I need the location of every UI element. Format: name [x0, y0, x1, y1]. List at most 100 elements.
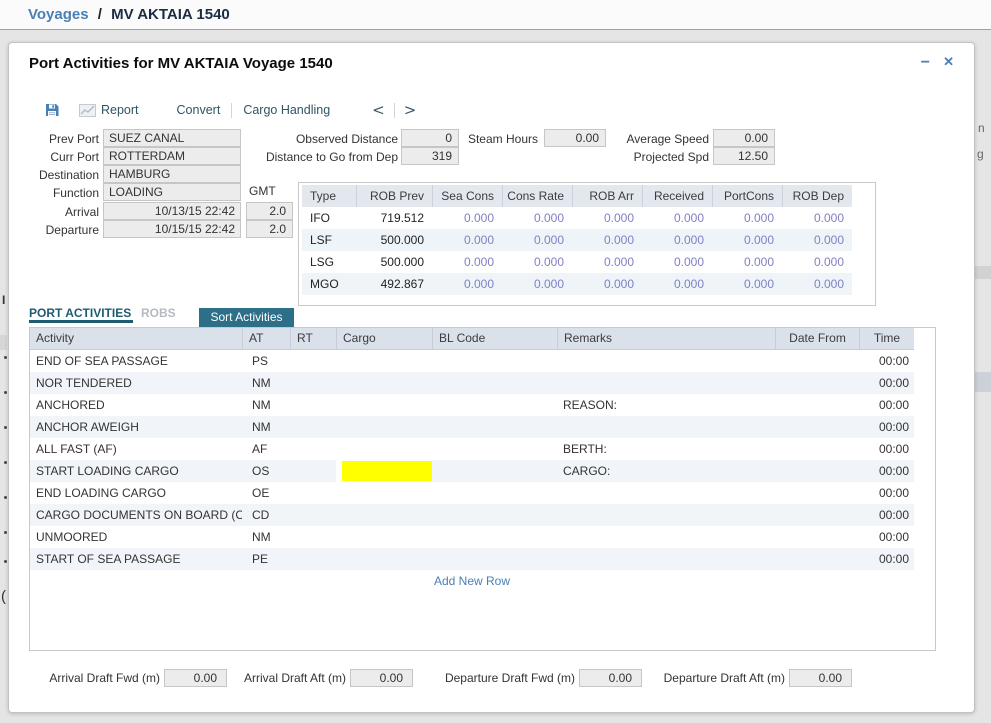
- table-row[interactable]: CARGO DOCUMENTS ON BOARD (CD) CD 00:00: [30, 504, 914, 526]
- remarks-cell[interactable]: [557, 548, 775, 570]
- at-cell[interactable]: OS: [242, 460, 290, 482]
- projected-speed-field[interactable]: 12.50: [713, 147, 775, 165]
- rob-value-cell[interactable]: 0.000: [502, 207, 572, 229]
- bl-code-cell[interactable]: [432, 504, 557, 526]
- cargo-cell[interactable]: [336, 548, 432, 570]
- rt-cell[interactable]: [290, 416, 336, 438]
- rt-cell[interactable]: [290, 438, 336, 460]
- time-cell[interactable]: 00:00: [859, 460, 914, 482]
- rt-cell[interactable]: [290, 548, 336, 570]
- time-cell[interactable]: 00:00: [859, 504, 914, 526]
- time-cell[interactable]: 00:00: [859, 394, 914, 416]
- cargo-cell[interactable]: [336, 394, 432, 416]
- rt-cell[interactable]: [290, 460, 336, 482]
- at-cell[interactable]: NM: [242, 416, 290, 438]
- remarks-cell[interactable]: [557, 526, 775, 548]
- rob-value-cell[interactable]: 0.000: [642, 207, 712, 229]
- departure-draft-aft-field[interactable]: 0.00: [789, 669, 852, 687]
- date-from-cell[interactable]: [775, 526, 859, 548]
- date-from-cell[interactable]: [775, 372, 859, 394]
- function-field[interactable]: LOADING: [103, 183, 241, 201]
- remarks-cell[interactable]: [557, 416, 775, 438]
- rob-value-cell[interactable]: 500.000: [356, 251, 432, 273]
- remarks-cell[interactable]: REASON:: [557, 394, 775, 416]
- bl-code-cell[interactable]: [432, 482, 557, 504]
- rob-value-cell[interactable]: 0.000: [432, 207, 502, 229]
- rob-value-cell[interactable]: 0.000: [782, 229, 852, 251]
- date-from-cell[interactable]: [775, 350, 859, 372]
- breadcrumb-voyages-link[interactable]: Voyages: [28, 6, 89, 23]
- time-cell[interactable]: 00:00: [859, 526, 914, 548]
- sort-activities-button[interactable]: Sort Activities: [199, 308, 294, 327]
- table-row[interactable]: START OF SEA PASSAGE PE 00:00: [30, 548, 914, 570]
- remarks-cell[interactable]: [557, 504, 775, 526]
- at-cell[interactable]: PE: [242, 548, 290, 570]
- next-port-icon[interactable]: >: [404, 101, 417, 119]
- date-from-cell[interactable]: [775, 482, 859, 504]
- arrival-datetime-field[interactable]: 10/13/15 22:42: [103, 202, 241, 220]
- remarks-cell[interactable]: [557, 372, 775, 394]
- departure-datetime-field[interactable]: 10/15/15 22:42: [103, 220, 241, 238]
- at-cell[interactable]: AF: [242, 438, 290, 460]
- table-row[interactable]: NOR TENDERED NM 00:00: [30, 372, 914, 394]
- bl-code-cell[interactable]: [432, 438, 557, 460]
- time-cell[interactable]: 00:00: [859, 372, 914, 394]
- table-row[interactable]: ANCHORED NM REASON: 00:00: [30, 394, 914, 416]
- rob-value-cell[interactable]: 0.000: [502, 229, 572, 251]
- date-from-cell[interactable]: [775, 504, 859, 526]
- table-row[interactable]: ALL FAST (AF) AF BERTH: 00:00: [30, 438, 914, 460]
- rob-value-cell[interactable]: 500.000: [356, 229, 432, 251]
- bl-code-cell[interactable]: [432, 416, 557, 438]
- add-new-row-link[interactable]: Add New Row: [30, 574, 914, 588]
- date-from-cell[interactable]: [775, 416, 859, 438]
- cargo-cell[interactable]: [336, 416, 432, 438]
- rt-cell[interactable]: [290, 526, 336, 548]
- rob-value-cell[interactable]: 0.000: [712, 207, 782, 229]
- rob-value-cell[interactable]: 0.000: [432, 273, 502, 295]
- cargo-cell[interactable]: [336, 504, 432, 526]
- date-from-cell[interactable]: [775, 460, 859, 482]
- rob-value-cell[interactable]: 719.512: [356, 207, 432, 229]
- at-cell[interactable]: CD: [242, 504, 290, 526]
- rob-value-cell[interactable]: 0.000: [712, 251, 782, 273]
- table-row[interactable]: ANCHOR AWEIGH NM 00:00: [30, 416, 914, 438]
- bl-code-cell[interactable]: [432, 372, 557, 394]
- arrival-gmt-field[interactable]: 2.0: [246, 202, 293, 220]
- save-icon[interactable]: [45, 103, 59, 117]
- cargo-cell[interactable]: [336, 526, 432, 548]
- rob-value-cell[interactable]: 0.000: [502, 251, 572, 273]
- rob-value-cell[interactable]: 0.000: [712, 229, 782, 251]
- cargo-handling-button[interactable]: Cargo Handling: [243, 103, 330, 117]
- cargo-cell-highlighted[interactable]: [342, 461, 432, 481]
- rob-value-cell[interactable]: 0.000: [712, 273, 782, 295]
- date-from-cell[interactable]: [775, 394, 859, 416]
- remarks-cell[interactable]: [557, 350, 775, 372]
- rt-cell[interactable]: [290, 482, 336, 504]
- date-from-cell[interactable]: [775, 548, 859, 570]
- arrival-draft-aft-field[interactable]: 0.00: [350, 669, 413, 687]
- at-cell[interactable]: NM: [242, 372, 290, 394]
- time-cell[interactable]: 00:00: [859, 438, 914, 460]
- remarks-cell[interactable]: [557, 482, 775, 504]
- rob-value-cell[interactable]: 492.867: [356, 273, 432, 295]
- at-cell[interactable]: OE: [242, 482, 290, 504]
- report-button[interactable]: Report: [101, 103, 139, 117]
- at-cell[interactable]: PS: [242, 350, 290, 372]
- cargo-cell[interactable]: [336, 350, 432, 372]
- rob-value-cell[interactable]: 0.000: [432, 251, 502, 273]
- time-cell[interactable]: 00:00: [859, 548, 914, 570]
- table-row[interactable]: END OF SEA PASSAGE PS 00:00: [30, 350, 914, 372]
- convert-button[interactable]: Convert: [177, 103, 221, 117]
- rob-value-cell[interactable]: 0.000: [572, 273, 642, 295]
- destination-field[interactable]: HAMBURG: [103, 165, 241, 183]
- rob-value-cell[interactable]: 0.000: [432, 229, 502, 251]
- rt-cell[interactable]: [290, 372, 336, 394]
- rob-value-cell[interactable]: 0.000: [782, 207, 852, 229]
- table-row[interactable]: END LOADING CARGO OE 00:00: [30, 482, 914, 504]
- table-row[interactable]: UNMOORED NM 00:00: [30, 526, 914, 548]
- at-cell[interactable]: NM: [242, 526, 290, 548]
- minimize-icon[interactable]: −: [921, 54, 930, 72]
- steam-hours-field[interactable]: 0.00: [544, 129, 606, 147]
- table-row[interactable]: START LOADING CARGO OS CARGO: 00:00: [30, 460, 914, 482]
- rob-value-cell[interactable]: 0.000: [782, 273, 852, 295]
